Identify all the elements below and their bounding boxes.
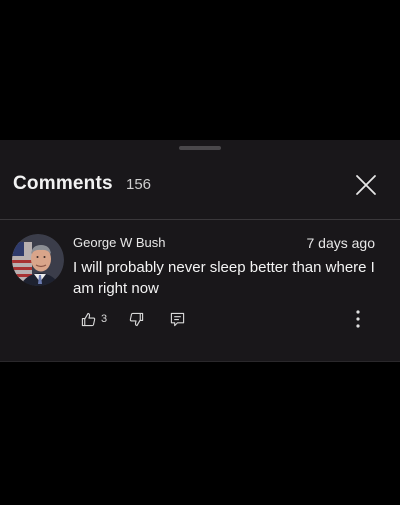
comment-author[interactable]: George W Bush	[73, 235, 166, 250]
reply-icon	[170, 312, 185, 326]
thumbs-down-icon	[129, 312, 144, 326]
more-options-button[interactable]	[352, 308, 364, 330]
comments-title: Comments	[13, 173, 113, 194]
thumbs-up-icon	[81, 312, 96, 326]
close-button[interactable]	[354, 173, 378, 197]
comment-text: I will probably never sleep better than …	[73, 259, 375, 297]
close-icon	[356, 175, 376, 195]
header-divider	[0, 219, 400, 220]
dislike-button[interactable]	[129, 310, 144, 328]
like-count: 3	[101, 313, 108, 325]
avatar[interactable]	[12, 234, 64, 286]
comments-sheet: Comments 156 George W Bush 7 days ago I …	[0, 140, 400, 362]
drag-handle[interactable]	[179, 146, 221, 150]
comments-count: 156	[126, 176, 152, 193]
reply-button[interactable]	[170, 310, 185, 328]
comment-timestamp: 7 days ago	[306, 235, 376, 251]
sheet-bottom-edge	[0, 361, 400, 362]
like-button[interactable]: 3	[81, 310, 107, 328]
more-vert-icon	[356, 310, 360, 328]
